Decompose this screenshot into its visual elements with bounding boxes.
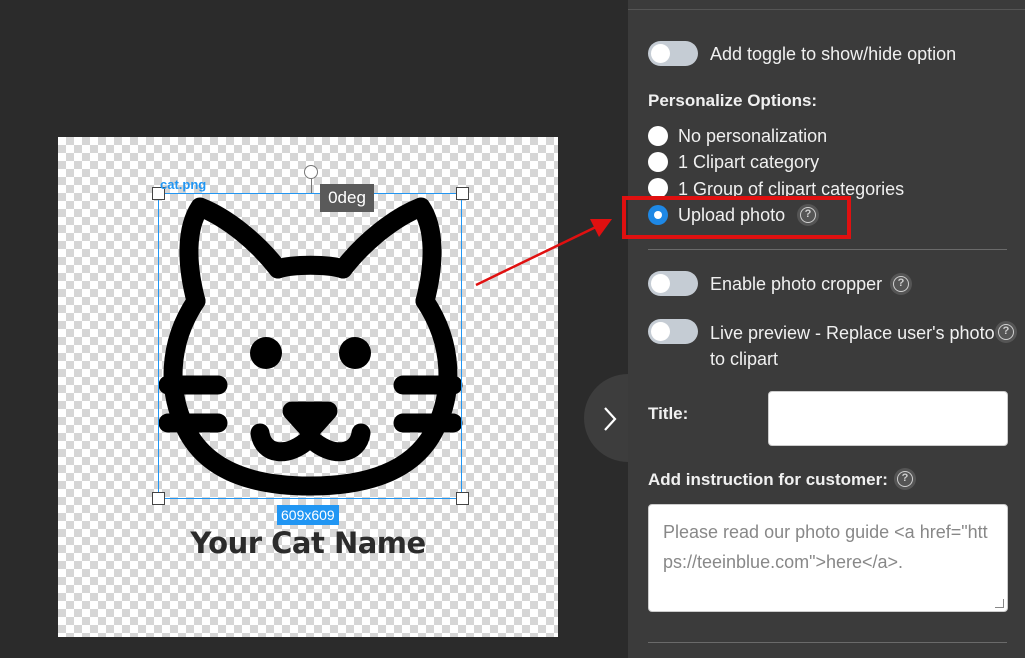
question-circle-icon[interactable]: ? xyxy=(890,273,912,295)
canvas-area: cat.png 0deg 609x609 Your Cat Name xyxy=(0,0,672,658)
radio-label-no-personalization[interactable]: No personalization xyxy=(678,126,827,147)
section-divider xyxy=(648,249,1007,250)
layer-file-name: cat.png xyxy=(160,177,207,192)
chevron-right-icon xyxy=(604,407,617,431)
radio-no-personalization[interactable] xyxy=(648,126,668,146)
title-input[interactable] xyxy=(768,391,1008,446)
rotation-handle[interactable] xyxy=(304,165,318,179)
size-badge: 609x609 xyxy=(277,505,339,525)
live-preview-label-line1: Live preview - Replace user's photo xyxy=(710,323,995,343)
show-hide-toggle-label: Add toggle to show/hide option xyxy=(710,44,957,64)
title-label: Title: xyxy=(648,404,689,423)
selection-box[interactable] xyxy=(158,193,462,499)
instruction-label: Add instruction for customer: xyxy=(648,470,888,489)
live-preview-label-line2: to clipart xyxy=(710,349,779,369)
question-circle-icon[interactable]: ? xyxy=(894,468,916,490)
rotation-badge: 0deg xyxy=(320,184,374,212)
show-hide-toggle[interactable] xyxy=(648,41,698,66)
red-arrow xyxy=(475,219,612,287)
textarea-resize-grip[interactable] xyxy=(995,599,1004,608)
section-divider-bottom xyxy=(648,642,1007,643)
settings-panel: Add toggle to show/hide option Personali… xyxy=(622,0,1025,658)
radio-label-clipart-category[interactable]: 1 Clipart category xyxy=(678,152,819,173)
live-preview-toggle[interactable] xyxy=(648,319,698,344)
resize-handle-top-right[interactable] xyxy=(456,187,469,200)
personalize-options-heading: Personalize Options: xyxy=(648,91,818,110)
panel-top-divider xyxy=(628,9,1025,10)
radio-clipart-category[interactable] xyxy=(648,152,668,172)
cat-name-text-layer[interactable]: Your Cat Name xyxy=(58,526,558,560)
instruction-textarea[interactable]: Please read our photo guide <a href="htt… xyxy=(648,504,1008,612)
instruction-placeholder: Please read our photo guide <a href="htt… xyxy=(663,522,988,572)
resize-handle-bottom-left[interactable] xyxy=(152,492,165,505)
radio-clipart-group[interactable] xyxy=(648,178,668,198)
photo-cropper-label: Enable photo cropper xyxy=(710,274,883,294)
resize-handle-bottom-right[interactable] xyxy=(456,492,469,505)
upload-photo-highlight xyxy=(622,196,851,239)
photo-cropper-toggle[interactable] xyxy=(648,271,698,296)
question-circle-icon[interactable]: ? xyxy=(995,321,1017,343)
